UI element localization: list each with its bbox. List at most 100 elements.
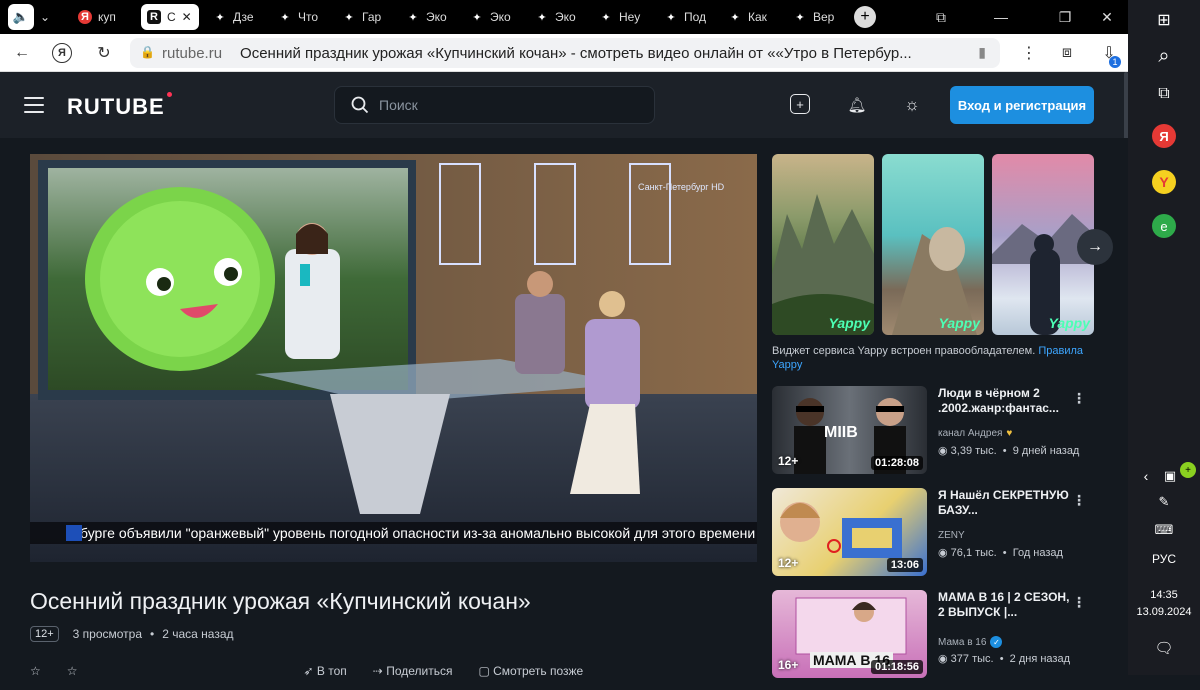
tab-label: Что: [298, 10, 319, 24]
video-player[interactable]: Санкт-Петербург HD бурге объявили "оранж…: [30, 154, 757, 562]
yandex-app-icon[interactable]: Y: [1152, 170, 1176, 194]
speaker-icon[interactable]: 🔈: [8, 4, 34, 30]
recommendation-card[interactable]: 12+ 13:06 Я Нашёл СЕКРЕТНУЮ БАЗУ... ZENY…: [772, 488, 1112, 588]
recommendation-thumbnail[interactable]: MIIB 12+ 01:28:08: [772, 386, 927, 474]
lock-icon[interactable]: 🔒: [140, 45, 155, 59]
menu-dots-icon[interactable]: ⋮: [1018, 42, 1040, 64]
site-header: RUTUBE Поиск + 🔔︎ ☼ Вход и регистрация: [0, 72, 1128, 138]
browser-tab-active[interactable]: R С ✕: [141, 4, 199, 30]
verified-icon: ✓: [990, 636, 1003, 648]
recommendation-card[interactable]: MIIB 12+ 01:28:08 Люди в чёрном 2 .2002.…: [772, 386, 1112, 486]
tab-label: куп: [98, 10, 116, 24]
recommendation-stats: ◉ 76,1 тыс. • Год назад: [938, 547, 1063, 559]
top-button[interactable]: ➶ В топ: [304, 664, 347, 678]
minimize-window-icon[interactable]: —: [980, 0, 1022, 34]
meta-dot: •: [150, 627, 155, 641]
search-input[interactable]: Поиск: [334, 86, 655, 124]
browser-tab[interactable]: ✦ Эко: [470, 4, 520, 30]
collections-icon[interactable]: ⧉: [920, 0, 962, 34]
login-button[interactable]: Вход и регистрация: [950, 86, 1094, 124]
video-meta: 12+ 3 просмотра • 2 часа назад: [30, 626, 234, 642]
windows-start-icon[interactable]: ⊞: [1152, 8, 1176, 32]
bell-icon[interactable]: 🔔︎: [846, 94, 868, 116]
recommendation-stats: ◉ 3,39 тыс. • 9 дней назад: [938, 445, 1080, 457]
close-window-icon[interactable]: ✕: [1086, 0, 1128, 34]
yappy-short-card[interactable]: Yappy: [882, 154, 984, 335]
browser-tab[interactable]: ✦ Как: [728, 4, 778, 30]
rutube-logo[interactable]: RUTUBE: [67, 92, 172, 120]
browser-tab[interactable]: ✦ Дзе: [213, 4, 263, 30]
browser-tab[interactable]: ✦ Эко: [535, 4, 585, 30]
dislike-icon[interactable]: ☆: [67, 664, 78, 678]
news-ticker: бурге объявили "оранжевый" уровень погод…: [30, 522, 757, 544]
tab-list-chevron-icon[interactable]: ⌄: [40, 10, 50, 24]
browser-tab[interactable]: ✦ Эко: [406, 4, 456, 30]
tab-label: Вер: [813, 10, 835, 24]
tab-label: Эко: [490, 10, 511, 24]
tray-green-icon[interactable]: +: [1180, 462, 1196, 478]
clock-time[interactable]: 14:35: [1128, 589, 1200, 601]
age-rating-badge: 12+: [30, 626, 59, 642]
more-options-icon[interactable]: ⋮: [1072, 492, 1086, 509]
extensions-icon[interactable]: ⧈: [1056, 42, 1078, 64]
channel-name[interactable]: ZENY: [938, 530, 965, 541]
green-app-icon[interactable]: e: [1152, 214, 1176, 238]
tab-label: Неу: [619, 10, 641, 24]
reload-icon[interactable]: ↻: [93, 42, 115, 64]
channel-name[interactable]: Мама в 16 ✓: [938, 636, 1003, 648]
restore-window-icon[interactable]: ❐: [1044, 0, 1086, 34]
recommendation-title[interactable]: Люди в чёрном 2 .2002.жанр:фантас...: [938, 386, 1078, 416]
close-tab-icon[interactable]: ✕: [182, 10, 192, 24]
back-arrow-icon[interactable]: ←: [11, 42, 33, 64]
new-tab-plus-icon[interactable]: +: [854, 6, 876, 28]
tab-label: Как: [748, 10, 767, 24]
tab-label: Дзе: [233, 10, 254, 24]
browser-tab[interactable]: ✦ Под: [664, 4, 714, 30]
recommendation-title[interactable]: Я Нашёл СЕКРЕТНУЮ БАЗУ...: [938, 488, 1078, 518]
browser-tab[interactable]: ✦ Гар: [342, 4, 392, 30]
page-title: Осенний праздник урожая «Купчинский коча…: [240, 44, 912, 62]
upload-time: 9 дней назад: [1012, 445, 1080, 457]
sun-theme-icon[interactable]: ☼: [901, 94, 923, 116]
recommendation-card[interactable]: МАМА В 16 16+ 01:18:56 МАМА В 16 | 2 СЕЗ…: [772, 590, 1112, 690]
duration-badge: 01:18:56: [870, 660, 923, 674]
search-icon[interactable]: ⌕: [1152, 44, 1176, 68]
browser-tab[interactable]: ✦ Неу: [599, 4, 649, 30]
task-view-icon[interactable]: ⧉: [1152, 82, 1176, 106]
tray-chevron-icon[interactable]: ‹: [1134, 464, 1158, 488]
yandex-browser-icon[interactable]: Я: [1152, 124, 1176, 148]
view-count: 377 тыс.: [950, 653, 994, 665]
recommendation-title[interactable]: МАМА В 16 | 2 СЕЗОН, 2 ВЫПУСК |...: [938, 590, 1078, 620]
watch-later-button[interactable]: ▢ Смотреть позже: [478, 664, 583, 678]
channel-name[interactable]: канал Андрея ♥: [938, 428, 1012, 439]
more-options-icon[interactable]: ⋮: [1072, 594, 1086, 611]
recommendation-thumbnail[interactable]: 12+ 13:06: [772, 488, 927, 576]
view-count: 3 просмотра: [72, 627, 143, 641]
browser-tab[interactable]: ✦ Вер: [793, 4, 843, 30]
clock-date[interactable]: 13.09.2024: [1128, 606, 1200, 618]
notifications-icon[interactable]: 🗨︎: [1152, 636, 1176, 660]
tray-app-icon[interactable]: ▣: [1158, 464, 1182, 488]
language-indicator[interactable]: РУС: [1128, 552, 1200, 566]
video-actions: ☆ ☆ ➶ В топ ⇢ Поделиться ▢ Смотреть позж…: [30, 664, 583, 678]
share-button[interactable]: ⇢ Поделиться: [373, 664, 453, 678]
browser-tab[interactable]: ✦ Что: [278, 4, 328, 30]
menu-burger-icon[interactable]: [24, 97, 44, 113]
yandex-icon[interactable]: Я: [52, 43, 72, 63]
browser-tab[interactable]: Я куп: [78, 4, 133, 30]
windows-taskbar: ⊞ ⌕ ⧉ Я Y e ‹ ▣ + ✎ ⌨ РУС 14:35 13.09.20…: [1128, 0, 1200, 675]
bookmark-icon[interactable]: ▮: [978, 44, 986, 61]
pen-icon[interactable]: ✎: [1152, 490, 1176, 514]
sparkle-icon: ✦: [730, 11, 740, 24]
url-field[interactable]: 🔒 rutube.ru Осенний праздник урожая «Куп…: [130, 38, 1000, 68]
url-domain: rutube.ru: [162, 44, 223, 62]
more-options-icon[interactable]: ⋮: [1072, 390, 1086, 407]
shorts-next-arrow-icon[interactable]: →: [1077, 229, 1113, 265]
like-icon[interactable]: ☆: [30, 664, 41, 678]
yappy-short-card[interactable]: Yappy: [772, 154, 874, 335]
sparkle-icon: ✦: [666, 11, 676, 24]
keyboard-icon[interactable]: ⌨: [1152, 518, 1176, 542]
channel-label: Мама в 16: [938, 636, 987, 648]
recommendation-thumbnail[interactable]: МАМА В 16 16+ 01:18:56: [772, 590, 927, 678]
upload-plus-icon[interactable]: +: [790, 94, 810, 114]
